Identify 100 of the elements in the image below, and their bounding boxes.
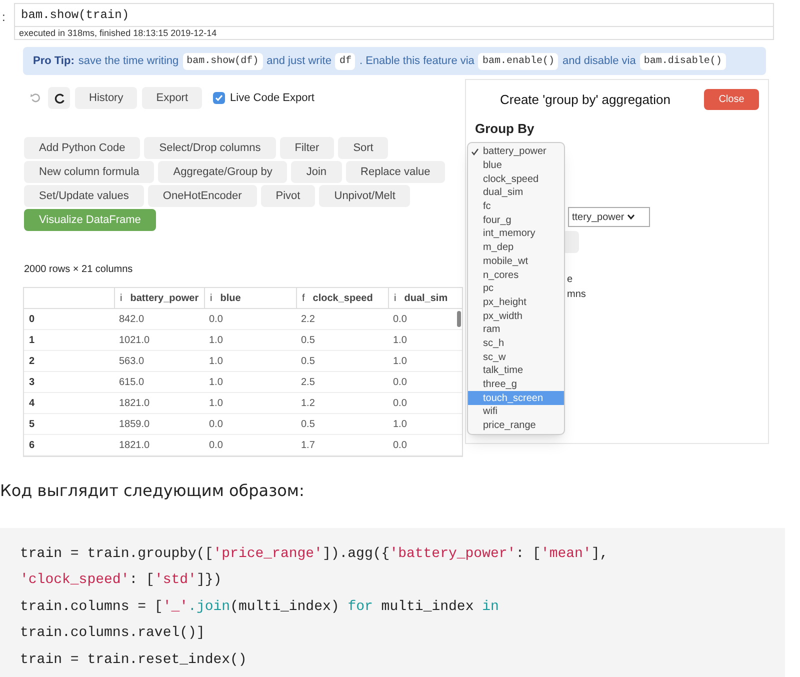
- table-cell-text: 2.5: [300, 376, 316, 390]
- action-button[interactable]: OneHotEncoder: [148, 185, 257, 207]
- code-line: train = train.reset_index(): [20, 650, 248, 670]
- table-cell-text: 1821.0: [118, 438, 151, 452]
- toolbar-button[interactable]: Export: [142, 87, 202, 109]
- table-cell-text: 842.0: [118, 312, 146, 326]
- action-button[interactable]: Pivot: [260, 185, 316, 207]
- inline-code: bam.disable(): [640, 52, 726, 70]
- action-button[interactable]: Sort: [338, 137, 388, 159]
- table-cell-text: 1.0: [208, 396, 224, 410]
- hidden-text: mns: [567, 288, 586, 302]
- dropdown-option[interactable]: wifi: [468, 405, 564, 419]
- article-text: Код выглядит следующим образом:: [0, 480, 306, 502]
- tip-text: and just write: [266, 54, 332, 69]
- group-by-label: Group By: [474, 120, 536, 138]
- column-header[interactable]: f clock_speed: [296, 288, 388, 308]
- inline-code: df: [335, 52, 356, 70]
- dropdown-option[interactable]: pc: [468, 282, 564, 296]
- row-index: 1: [28, 334, 36, 348]
- table-cell-text: 1.0: [392, 418, 408, 432]
- table-cell-text: 1.2: [300, 396, 316, 410]
- live-export-checkbox[interactable]: [213, 92, 226, 104]
- tip-text: and disable via: [562, 54, 636, 69]
- table-cell-text: 1.0: [208, 354, 224, 368]
- action-button[interactable]: Set/Update values: [24, 185, 144, 207]
- inline-code: bam.enable(): [478, 52, 558, 70]
- table-cell-text: 0.5: [300, 334, 316, 348]
- table-cell-text: 1021.0: [118, 334, 151, 348]
- row-index: 0: [28, 312, 36, 326]
- column-header[interactable]: i blue: [204, 288, 296, 308]
- table-cell-text: 0.0: [392, 396, 408, 410]
- hidden-text: e: [567, 273, 573, 287]
- dropdown-option[interactable]: px_width: [468, 309, 564, 323]
- chevron-down-icon: [627, 214, 636, 220]
- action-button[interactable]: New column formula: [24, 161, 154, 183]
- action-button[interactable]: Join: [291, 161, 342, 183]
- dropdown-option[interactable]: dual_sim: [468, 186, 564, 200]
- dropdown-option[interactable]: blue: [468, 158, 564, 172]
- tip-label: Pro Tip:: [33, 54, 74, 69]
- check-icon: [471, 148, 479, 156]
- code-line: train = train.groupby(['price_range']).agg({'battery_power': ['mean'],: [20, 544, 610, 564]
- scrollbar-thumb[interactable]: [457, 311, 461, 327]
- dropdown-option[interactable]: px_height: [468, 296, 564, 310]
- code-line: train.columns = ['_'.join(multi_index) for multi_index in: [20, 598, 500, 617]
- dropdown-option[interactable]: battery_power: [468, 145, 564, 159]
- column-select[interactable]: ttery_power: [568, 207, 650, 227]
- close-button[interactable]: Close: [704, 89, 759, 110]
- table-cell-text: 563.0: [118, 354, 146, 368]
- table-cell-text: 1.0: [392, 334, 408, 348]
- table-cell-text: 0.0: [208, 418, 224, 432]
- table-cell-text: 1.7: [300, 438, 316, 452]
- table-cell-text: 1859.0: [118, 418, 151, 432]
- row-count-label: 2000 rows × 21 columns: [24, 263, 133, 277]
- action-button[interactable]: Add Python Code: [24, 137, 140, 159]
- dropdown-option[interactable]: int_memory: [468, 227, 564, 241]
- table-cell-text: 615.0: [118, 376, 146, 390]
- dropdown-option[interactable]: n_cores: [468, 268, 564, 282]
- row-index: 4: [28, 396, 36, 410]
- toolbar-button[interactable]: History: [75, 87, 138, 109]
- action-button[interactable]: Replace value: [346, 161, 446, 183]
- inline-code: bam.show(df): [182, 52, 263, 70]
- tip-text: save the time writing: [78, 54, 179, 69]
- table-cell-text: 0.0: [392, 312, 408, 326]
- table-cell-text: 0.0: [392, 376, 408, 390]
- code-line: 'clock_speed': ['std']}): [20, 571, 223, 590]
- dropdown-option[interactable]: sc_w: [468, 350, 564, 364]
- dropdown-option[interactable]: m_dep: [468, 240, 564, 254]
- dropdown-option[interactable]: three_g: [468, 378, 564, 392]
- table-cell-text: 1.0: [208, 376, 224, 390]
- column-header[interactable]: i battery_power: [114, 288, 204, 308]
- row-index: 5: [28, 418, 36, 432]
- row-index: 6: [28, 438, 36, 452]
- row-index: 3: [28, 376, 36, 390]
- dropdown-option[interactable]: mobile_wt: [468, 254, 564, 268]
- action-button[interactable]: Aggregate/Group by: [158, 161, 288, 183]
- refresh-icon[interactable]: [48, 87, 70, 109]
- table-cell-text: 1821.0: [118, 396, 151, 410]
- table-cell-text: 0.0: [208, 438, 224, 452]
- action-button[interactable]: Filter: [280, 137, 334, 159]
- table-cell-text: 0.5: [300, 354, 316, 368]
- column-header[interactable]: i dual_sim: [388, 288, 458, 308]
- table-cell-text: 0.0: [392, 438, 408, 452]
- action-button[interactable]: Unpivot/Melt: [319, 185, 410, 207]
- table-cell-text: 0.5: [300, 418, 316, 432]
- dropdown-option[interactable]: four_g: [468, 213, 564, 228]
- checkbox-label: Live Code Export: [230, 90, 314, 106]
- action-button[interactable]: Select/Drop columns: [144, 137, 276, 159]
- row-index: 2: [28, 354, 36, 368]
- dropdown-option[interactable]: clock_speed: [468, 172, 564, 186]
- cell-input[interactable]: bam.show(train): [14, 3, 774, 27]
- execution-info: executed in 318ms, finished 18:13:15 2019-12-14: [19, 28, 217, 38]
- dropdown-option[interactable]: ram: [468, 322, 564, 337]
- table-cell-text: 0.0: [208, 312, 224, 326]
- code-line: train.columns.ravel()]: [20, 624, 206, 644]
- dropdown-option[interactable]: fc: [468, 200, 564, 214]
- dropdown-option[interactable]: sc_h: [468, 336, 564, 350]
- dropdown-option[interactable]: price_range: [468, 418, 564, 432]
- dropdown-option[interactable]: talk_time: [468, 364, 564, 378]
- tip-text: . Enable this feature via: [359, 54, 474, 69]
- cell-prompt: :: [2, 9, 6, 26]
